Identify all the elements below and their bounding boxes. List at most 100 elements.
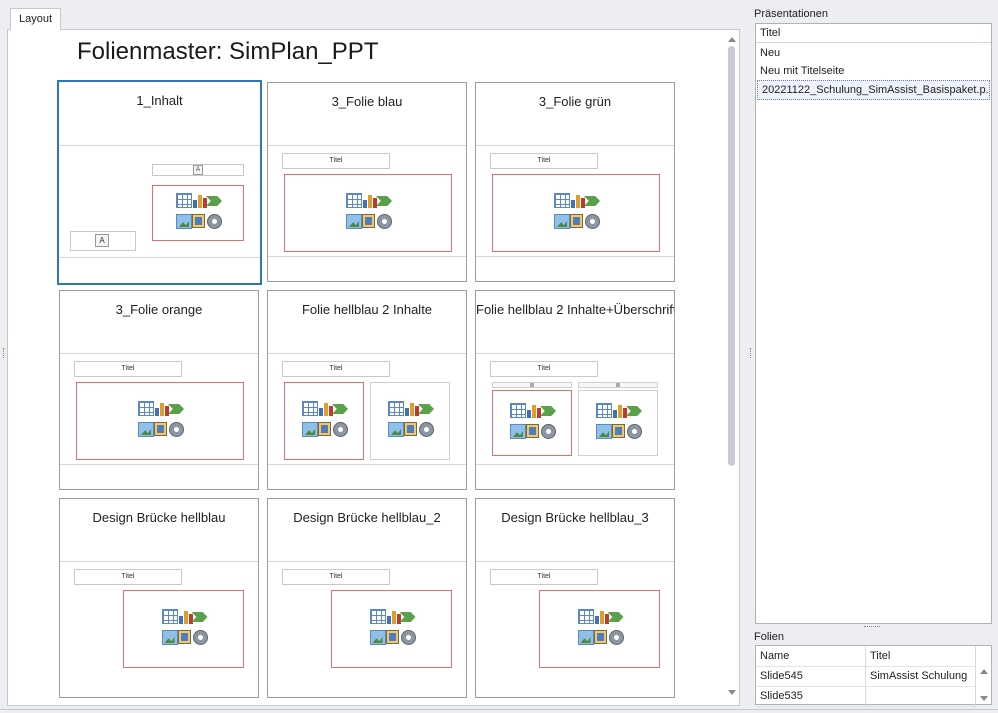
smartart-icon (626, 406, 642, 416)
slides-grid[interactable]: Name Titel Slide545 SimAssist Schulung S… (755, 645, 992, 707)
chart-icon (154, 401, 170, 416)
slide-name-cell[interactable]: Slide535 (756, 686, 866, 706)
smartart-icon (376, 196, 392, 206)
table-icon (388, 401, 404, 416)
scroll-up-icon[interactable] (980, 669, 988, 674)
tab-layout[interactable]: Layout (10, 8, 61, 30)
table-icon (346, 193, 362, 208)
picture-icon (388, 422, 404, 437)
content-placeholder-right (370, 382, 450, 460)
divider (268, 561, 466, 562)
presentations-list[interactable]: Titel Neu Neu mit Titelseite 20221122_Sc… (755, 23, 992, 624)
scroll-thumb[interactable] (728, 46, 735, 466)
card-title: 3_Folie grün (538, 94, 612, 109)
content-placeholder (492, 174, 660, 252)
chart-icon (612, 403, 628, 418)
content-icons (302, 401, 348, 441)
title-placeholder: Titel (490, 361, 598, 377)
divider (268, 256, 466, 257)
content-placeholder (123, 590, 244, 668)
title-placeholder: Titel (490, 153, 598, 169)
content-placeholder (539, 590, 660, 668)
presentations-column-header[interactable]: Titel (756, 24, 991, 43)
card-title: 1_Inhalt (136, 93, 183, 108)
table-icon (138, 401, 154, 416)
layout-card-1-inhalt[interactable]: 1_Inhalt A A (57, 80, 262, 285)
chart-icon (526, 403, 542, 418)
content-icons (510, 403, 556, 443)
layout-card-folie-hellblau-2-inhalte-ueberschrift[interactable]: Folie hellblau 2 Inhalte+Überschrift Tit… (475, 290, 675, 490)
smartart-icon (607, 612, 624, 622)
layout-scrollbar[interactable] (726, 34, 738, 698)
content-icons (577, 609, 624, 649)
content-icons (138, 401, 184, 441)
right-panel: Präsentationen Titel Neu Neu mit Titelse… (752, 0, 998, 713)
slide-title-cell[interactable] (866, 686, 976, 706)
content-placeholder-right (578, 390, 658, 456)
column-header-title[interactable]: Titel (866, 646, 976, 666)
clipart-icon (612, 424, 625, 438)
chart-icon (386, 609, 402, 624)
divider (59, 145, 260, 146)
clipart-icon (192, 214, 205, 228)
smartart-icon (418, 404, 434, 414)
splitter-handle[interactable] (864, 626, 880, 629)
smartart-icon (540, 406, 556, 416)
card-title: Design Brücke hellblau_3 (501, 510, 649, 525)
content-icons (554, 193, 600, 233)
presentation-item-selected[interactable]: 20221122_Schulung_SimAssist_Basispaket.p… (757, 80, 990, 100)
layout-card-3-folie-orange[interactable]: 3_Folie orange Titel (59, 290, 259, 490)
picture-icon (554, 214, 570, 229)
chart-icon (192, 193, 208, 208)
scroll-up-icon[interactable] (728, 37, 736, 42)
layout-card-design-bruecke-hellblau-3[interactable]: Design Brücke hellblau_3 Titel (475, 498, 675, 698)
scroll-down-icon[interactable] (980, 696, 988, 701)
table-row[interactable]: Slide545 SimAssist Schulung (756, 666, 976, 687)
divider (60, 353, 258, 354)
card-title: Folie hellblau 2 Inhalte (301, 302, 433, 317)
layout-card-design-bruecke-hellblau-2[interactable]: Design Brücke hellblau_2 Titel (267, 498, 467, 698)
divider (60, 561, 258, 562)
scroll-down-icon[interactable] (728, 690, 736, 695)
splitter-grip-left[interactable] (3, 348, 6, 358)
presentation-item[interactable]: Neu (756, 44, 991, 62)
content-icons (176, 193, 222, 233)
content-placeholder-left (492, 390, 572, 456)
table-icon (302, 401, 318, 416)
content-placeholder (284, 174, 452, 252)
title-placeholder: Titel (282, 569, 390, 585)
clipart-icon (570, 214, 583, 228)
title-placeholder: Titel (74, 569, 182, 585)
layout-card-folie-hellblau-2-inhalte[interactable]: Folie hellblau 2 Inhalte Titel (267, 290, 467, 490)
slide-name-cell[interactable]: Slide545 (756, 666, 866, 686)
picture-icon (369, 630, 386, 645)
chart-icon (570, 193, 586, 208)
picture-icon (596, 424, 612, 439)
table-icon (510, 403, 526, 418)
table-icon (554, 193, 570, 208)
divider (476, 353, 674, 354)
clipart-icon (177, 630, 191, 644)
page-title: Folienmaster: SimPlan_PPT (77, 38, 379, 65)
column-header-name[interactable]: Name (756, 646, 866, 666)
divider (268, 353, 466, 354)
layout-card-design-bruecke-hellblau[interactable]: Design Brücke hellblau Titel (59, 498, 259, 698)
slides-scrollbar[interactable] (977, 666, 991, 704)
picture-icon (302, 422, 318, 437)
media-icon (585, 214, 600, 229)
clipart-icon (385, 630, 399, 644)
layout-card-3-folie-gruen[interactable]: 3_Folie grün Titel (475, 82, 675, 282)
slide-title-cell[interactable]: SimAssist Schulung (866, 666, 976, 686)
media-icon (333, 422, 348, 437)
layout-card-3-folie-blau[interactable]: 3_Folie blau Titel (267, 82, 467, 282)
presentation-item[interactable]: Neu mit Titelseite (756, 62, 991, 80)
card-title: 3_Folie orange (115, 302, 203, 317)
divider (59, 257, 260, 258)
picture-icon (346, 214, 362, 229)
media-icon (419, 422, 434, 437)
media-icon (400, 630, 416, 645)
media-icon (608, 630, 624, 645)
table-row[interactable]: Slide535 (756, 686, 976, 707)
picture-icon (577, 630, 594, 645)
smartart-icon (168, 404, 184, 414)
